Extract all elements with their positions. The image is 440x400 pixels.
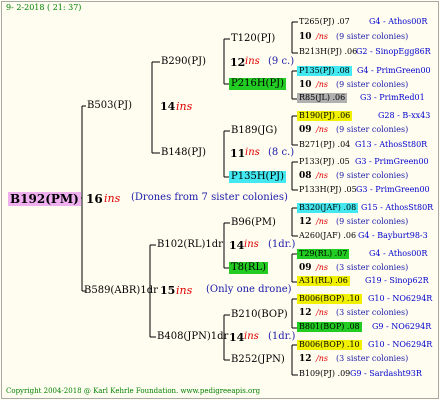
gen4-8-top-breeder: G10 - NO6294R [368, 340, 433, 349]
gen4-6-note: (3 sister colonies) [336, 263, 409, 272]
gen3-queen-2[interactable]: P216H(PJ) [229, 78, 287, 90]
gen2-generation-1: 12 [230, 56, 246, 69]
gen4-4-bottom-breeder: G3 - PrimGreen00 [356, 185, 430, 194]
gen3-queen-5[interactable]: B96(PM) [231, 218, 276, 228]
gen4-3-bottom[interactable]: B271(PJ) .04 [299, 141, 350, 149]
gen4-4-note: (9 sister colonies) [336, 171, 409, 180]
gen4-7-top-breeder: G10 - NO6294R [368, 294, 433, 303]
root-ins-label: ins [104, 192, 121, 205]
gen4-6-bottom-breeder: G19 - Sinop62R [365, 276, 429, 285]
gen4-7-gen: 12 [299, 308, 312, 318]
root-note: (Drones from 7 sister colonies) [131, 192, 288, 203]
gen1-top-queen[interactable]: B503(PJ) [87, 101, 132, 111]
gen4-5-bottom[interactable]: A260(JAF) .06 [299, 232, 356, 240]
gen4-5-top[interactable]: B320(JAF) .08 [297, 203, 359, 213]
gen4-3-ins: /ns [316, 125, 328, 134]
gen2-ins-1: ins [245, 56, 260, 67]
gen3-queen-7[interactable]: B210(BOP) [231, 310, 288, 320]
gen2-note-1: (9 c.) [268, 56, 295, 67]
gen4-6-bottom[interactable]: A31(RL) .06 [297, 276, 350, 286]
gen4-1-bottom-breeder: G2 - SinopEgg86R [356, 47, 431, 56]
gen4-2-bottom[interactable]: R85(JL) .06 [297, 93, 348, 103]
gen2-queen-4[interactable]: B408(JPN)1dr [157, 332, 228, 342]
gen2-note-3: (1dr.) [268, 239, 296, 250]
gen4-7-bottom[interactable]: B801(BOP) .08 [297, 322, 362, 332]
gen4-2-ins: /ns [316, 80, 328, 89]
gen2-queen-2[interactable]: B148(PJ) [161, 148, 206, 158]
gen4-4-bottom[interactable]: P133H(PJ) .05 [299, 186, 357, 194]
gen1-top-generation: 14 [160, 100, 176, 113]
gen4-1-ins: /ns [316, 32, 328, 41]
root-generation: 16 [86, 192, 103, 206]
gen4-6-ins: /ns [316, 263, 328, 272]
gen4-5-bottom-breeder: G4 - Bayburt98-3 [358, 231, 428, 240]
gen2-queen-1[interactable]: B290(PJ) [161, 57, 206, 67]
gen4-1-top[interactable]: T265(PJ) .07 [299, 18, 350, 26]
gen4-2-bottom-breeder: G3 - PrimRed01 [360, 93, 425, 102]
gen2-note-4: (1dr.) [268, 331, 296, 342]
gen1-bottom-ins: ins [176, 284, 193, 297]
gen4-7-note: (3 sister colonies) [336, 308, 409, 317]
gen4-6-gen: 09 [299, 263, 312, 273]
gen4-5-note: (9 sister colonies) [336, 217, 409, 226]
gen2-ins-3: ins [244, 239, 259, 250]
gen3-queen-6[interactable]: T8(RL) [229, 262, 269, 274]
gen4-6-top-breeder: G4 - Athos00R [369, 249, 428, 258]
gen4-4-top-breeder: G3 - PrimGreen00 [355, 157, 429, 166]
gen4-3-top-breeder: G28 - B-xx43 [378, 111, 431, 120]
gen4-6-top[interactable]: T29(RL) .07 [297, 249, 350, 259]
gen3-queen-3[interactable]: B189(JG) [231, 126, 277, 136]
gen4-5-top-breeder: G15 - AthosSt80R [361, 203, 434, 212]
gen4-2-note: (9 sister colonies) [336, 80, 409, 89]
gen4-8-ins: /ns [316, 354, 328, 363]
gen4-1-bottom[interactable]: B213H(PJ) .06 [299, 48, 357, 56]
gen4-3-top[interactable]: B190(PJ) .06 [297, 111, 353, 121]
gen4-4-top[interactable]: P133(PJ) .05 [299, 158, 350, 166]
gen2-note-2: (8 c.) [268, 147, 295, 158]
gen3-queen-1[interactable]: T120(PJ) [231, 34, 275, 44]
gen4-5-ins: /ns [316, 217, 328, 226]
gen4-2-gen: 10 [299, 80, 312, 90]
gen4-7-ins: /ns [316, 308, 328, 317]
gen4-8-bottom-breeder: G9 - Sardasht93R [350, 369, 422, 378]
gen4-8-gen: 12 [299, 354, 312, 364]
gen4-2-top-breeder: G4 - PrimGreen00 [357, 66, 431, 75]
gen4-1-gen: 10 [299, 32, 312, 42]
gen4-8-note: (3 sister colonies) [336, 354, 409, 363]
gen2-ins-4: ins [244, 331, 259, 342]
gen2-ins-2: ins [245, 147, 260, 158]
gen4-1-top-breeder: G4 - Athos00R [369, 17, 428, 26]
gen4-8-top[interactable]: B006(BOP) .10 [297, 340, 362, 350]
gen1-bottom-queen[interactable]: B589(ABR)1dr [84, 286, 158, 296]
gen4-2-top[interactable]: P135(PJ) .08 [297, 66, 352, 76]
gen2-queen-3[interactable]: B102(RL)1dr [157, 240, 223, 250]
gen4-7-top[interactable]: B006(BOP) .10 [297, 294, 362, 304]
gen4-1-note: (9 sister colonies) [336, 32, 409, 41]
gen4-7-bottom-breeder: G9 - NO6294R [372, 322, 432, 331]
gen2-generation-2: 11 [230, 147, 246, 160]
gen1-bottom-note: (Only one drone) [206, 284, 292, 295]
gen4-5-gen: 12 [299, 217, 312, 227]
gen4-3-gen: 09 [299, 125, 312, 135]
gen4-4-ins: /ns [316, 171, 328, 180]
report-date: 9- 2-2018 ( 21: 37) [6, 3, 82, 12]
gen4-4-gen: 08 [299, 171, 312, 181]
gen4-3-bottom-breeder: G13 - AthosSt80R [355, 140, 428, 149]
gen4-8-bottom[interactable]: B109(PJ) .09 [299, 370, 350, 378]
gen1-top-ins: ins [176, 100, 193, 113]
gen3-queen-8[interactable]: B252(JPN) [231, 355, 285, 365]
gen4-3-note: (9 sister colonies) [336, 125, 409, 134]
gen2-generation-3: 14 [229, 239, 245, 252]
copyright-footer: Copyright 2004-2018 @ Karl Kehrle Founda… [6, 387, 261, 395]
gen3-queen-4[interactable]: P135H(PJ) [229, 171, 287, 183]
gen1-bottom-generation: 15 [160, 284, 176, 297]
gen2-generation-4: 14 [229, 331, 245, 344]
root-queen[interactable]: B192(PM) [8, 192, 81, 206]
